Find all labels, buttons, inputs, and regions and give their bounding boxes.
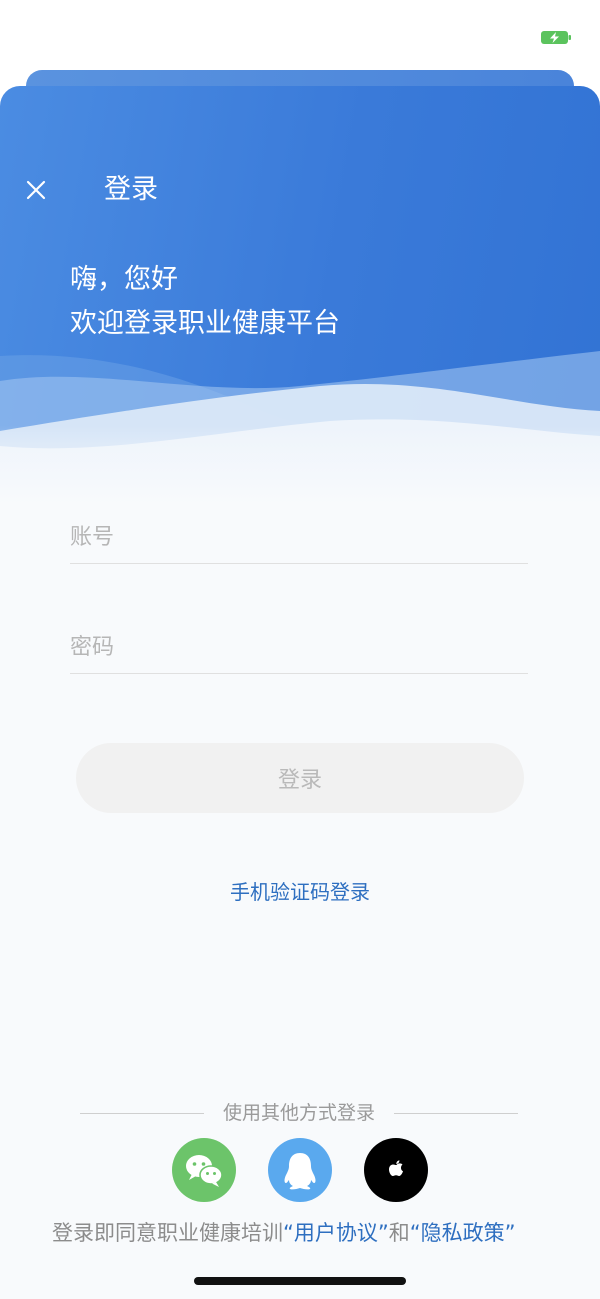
agreement-prefix: 登录即同意职业健康培训 xyxy=(52,1221,283,1245)
login-sheet: 登录 嗨，您好 欢迎登录职业健康平台 登录 手机验证码登录 使用其他方式登录 xyxy=(0,86,600,1299)
greeting-line-1: 嗨，您好 xyxy=(70,264,178,295)
agreement-text: 登录即同意职业健康培训“用户协议”和“隐私政策” xyxy=(52,1218,552,1248)
login-button[interactable]: 登录 xyxy=(76,743,524,813)
wechat-icon xyxy=(186,1155,223,1187)
apple-icon xyxy=(389,1160,403,1176)
password-input[interactable] xyxy=(70,623,528,671)
status-bar xyxy=(0,0,600,70)
apple-login-button[interactable] xyxy=(364,1138,428,1202)
agreement-connector: 和 xyxy=(388,1221,410,1245)
greeting: 嗨，您好 欢迎登录职业健康平台 xyxy=(70,258,340,346)
privacy-policy-link[interactable]: “隐私政策” xyxy=(410,1221,516,1245)
sms-login-link[interactable]: 手机验证码登录 xyxy=(0,876,600,905)
greeting-line-2: 欢迎登录职业健康平台 xyxy=(70,308,340,339)
battery-charging-icon xyxy=(541,31,571,44)
home-indicator xyxy=(194,1277,406,1285)
divider-line-right xyxy=(394,1113,518,1114)
qq-login-button[interactable] xyxy=(268,1138,332,1202)
user-agreement-link[interactable]: “用户协议” xyxy=(283,1221,389,1245)
account-input[interactable] xyxy=(70,513,528,561)
account-field xyxy=(70,513,528,564)
password-field xyxy=(70,623,528,674)
other-login-divider: 使用其他方式登录 xyxy=(80,1100,518,1126)
login-header: 登录 嗨，您好 欢迎登录职业健康平台 xyxy=(0,86,600,506)
page-title: 登录 xyxy=(104,174,158,205)
wave-decoration xyxy=(0,351,600,506)
qq-penguin-icon xyxy=(284,1153,316,1190)
close-icon[interactable] xyxy=(24,178,48,202)
wechat-login-button[interactable] xyxy=(172,1138,236,1202)
